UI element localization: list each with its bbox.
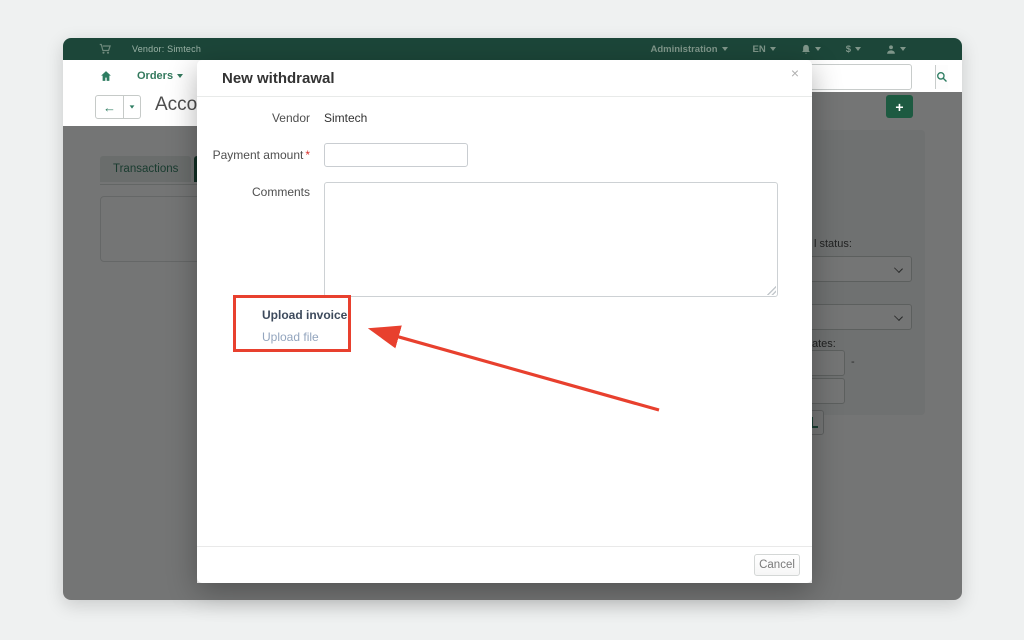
screenshot-stage: Vendor: Simtech Administration EN: [0, 0, 1024, 640]
chevron-down-icon: [900, 47, 906, 51]
upload-invoice-label: Upload invoice: [262, 308, 352, 322]
new-withdrawal-modal: New withdrawal × Vendor Simtech Payment …: [197, 60, 812, 583]
payment-amount-input[interactable]: [324, 143, 468, 167]
modal-backdrop: [63, 126, 197, 600]
modal-title: New withdrawal: [222, 60, 335, 97]
payment-amount-label: Payment amount*: [197, 148, 310, 162]
user-icon: [886, 44, 896, 55]
menu-language[interactable]: EN: [753, 44, 776, 55]
upload-file-link[interactable]: Upload file: [262, 330, 352, 344]
top-bar: Vendor: Simtech Administration EN: [63, 38, 962, 60]
comments-label: Comments: [197, 185, 310, 199]
chevron-down-icon: [130, 105, 135, 108]
payment-amount-label-text: Payment amount: [213, 148, 304, 162]
menu-language-label: EN: [753, 44, 766, 55]
back-dropdown-button[interactable]: [123, 96, 140, 118]
comments-field-wrap: [324, 182, 778, 297]
chevron-down-icon: [722, 47, 728, 51]
chevron-down-icon: [770, 47, 776, 51]
cart-icon[interactable]: [99, 43, 111, 55]
modal-backdrop: [812, 92, 962, 600]
menu-administration[interactable]: Administration: [650, 44, 727, 55]
vendor-field-value: Simtech: [324, 111, 367, 125]
search-button[interactable]: [935, 65, 948, 89]
upload-invoice-section: Upload invoice Upload file: [235, 296, 352, 353]
bell-icon: [801, 44, 811, 55]
menu-currency[interactable]: $: [846, 44, 861, 55]
home-icon[interactable]: [100, 70, 112, 82]
back-button-group: ←: [95, 95, 141, 119]
menu-administration-label: Administration: [650, 44, 717, 55]
modal-backdrop: [197, 583, 812, 600]
required-asterisk: *: [305, 148, 310, 162]
cancel-button[interactable]: Cancel: [754, 554, 800, 576]
modal-footer: Cancel: [197, 546, 812, 583]
chevron-down-icon: [855, 47, 861, 51]
vendor-label: Vendor: Simtech: [132, 44, 201, 54]
nav-orders-label: Orders: [137, 70, 173, 82]
add-withdrawal-button[interactable]: +: [886, 95, 913, 118]
chevron-down-icon: [177, 74, 183, 78]
search-icon: [936, 71, 948, 83]
modal-header: New withdrawal ×: [197, 60, 812, 97]
close-icon[interactable]: ×: [791, 65, 799, 81]
comments-textarea[interactable]: [324, 182, 778, 297]
currency-icon: $: [846, 44, 851, 55]
menu-notifications[interactable]: [801, 44, 821, 55]
arrow-left-icon: ←: [103, 100, 116, 115]
vendor-field-label: Vendor: [197, 111, 310, 125]
plus-icon: +: [895, 99, 903, 115]
nav-item-orders[interactable]: Orders: [137, 70, 183, 82]
menu-account[interactable]: [886, 44, 906, 55]
chevron-down-icon: [815, 47, 821, 51]
back-button[interactable]: ←: [96, 96, 123, 118]
